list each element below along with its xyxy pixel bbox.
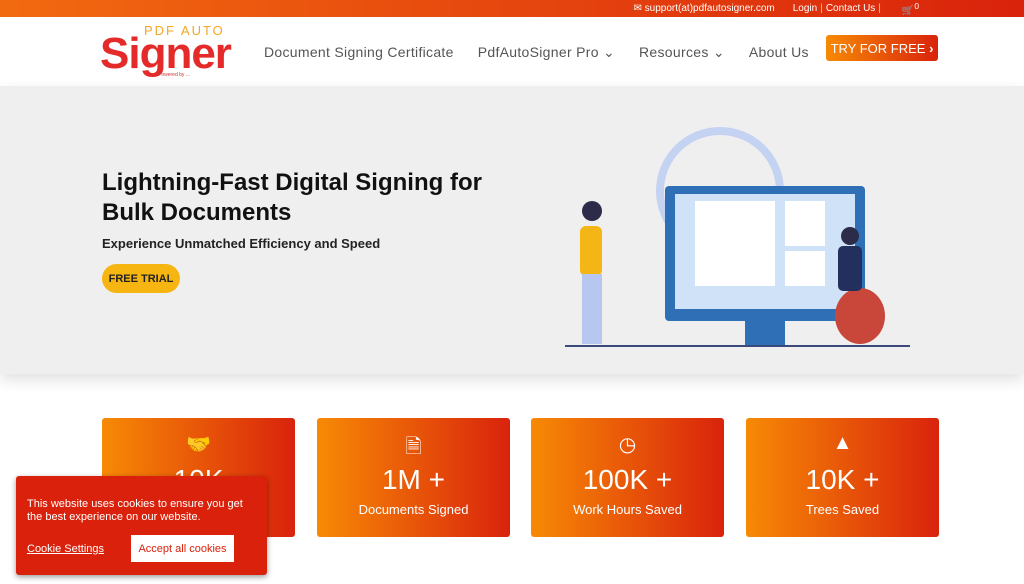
stat-card-2: 🗎 1M + Documents Signed <box>317 418 510 537</box>
free-trial-button[interactable]: FREE TRIAL <box>102 264 180 293</box>
login-link[interactable]: Login <box>793 3 817 14</box>
chevron-down-icon: ⌄ <box>602 44 616 60</box>
hero-section: Lightning-Fast Digital Signing for Bulk … <box>0 86 1024 374</box>
logo[interactable]: PDF AUTO Signer Powered by ... <box>100 21 232 81</box>
tree-icon: ▲ <box>832 432 853 454</box>
hero-subtitle: Experience Unmatched Efficiency and Spee… <box>102 236 381 251</box>
handshake-icon: 🤝 <box>186 434 211 456</box>
header: PDF AUTO Signer Powered by ... Document … <box>0 17 1024 86</box>
nav-about-us[interactable]: About Us <box>749 44 809 61</box>
top-bar: ✉ support(at)pdfautosigner.com Login | Con… <box>0 0 1024 17</box>
stat-card-3: ◷ 100K + Work Hours Saved <box>531 418 724 537</box>
hero-title: Lightning-Fast Digital Signing for Bulk … <box>102 169 482 226</box>
main-nav: Document Signing Certificate PdfAutoSign… <box>264 44 809 61</box>
stat-card-4: ▲ 10K + Trees Saved <box>746 418 939 537</box>
document-icon: 🗎 <box>405 436 422 458</box>
contact-link[interactable]: Contact Us <box>826 3 875 14</box>
support-email[interactable]: ✉ support(at)pdfautosigner.com <box>634 3 775 14</box>
nav-pdfautosigner-pro[interactable]: PdfAutoSigner Pro ⌄ <box>478 44 615 61</box>
hero-illustration <box>565 127 910 347</box>
cookie-message: This website uses cookies to ensure you … <box>27 498 243 523</box>
try-for-free-button[interactable]: TRY FOR FREE › <box>826 35 938 61</box>
cookie-banner: This website uses cookies to ensure you … <box>16 476 267 575</box>
cookie-settings-link[interactable]: Cookie Settings <box>27 543 104 555</box>
accept-cookies-button[interactable]: Accept all cookies <box>131 535 234 562</box>
clock-icon: ◷ <box>618 434 637 456</box>
cart-count: 0 <box>914 0 919 11</box>
nav-document-signing-certificate[interactable]: Document Signing Certificate <box>264 44 454 61</box>
chevron-right-icon: › <box>929 40 934 56</box>
chevron-down-icon: ⌄ <box>712 44 725 60</box>
cart-icon[interactable]: 🛒0 <box>902 1 919 16</box>
nav-resources[interactable]: Resources ⌄ <box>639 44 725 61</box>
